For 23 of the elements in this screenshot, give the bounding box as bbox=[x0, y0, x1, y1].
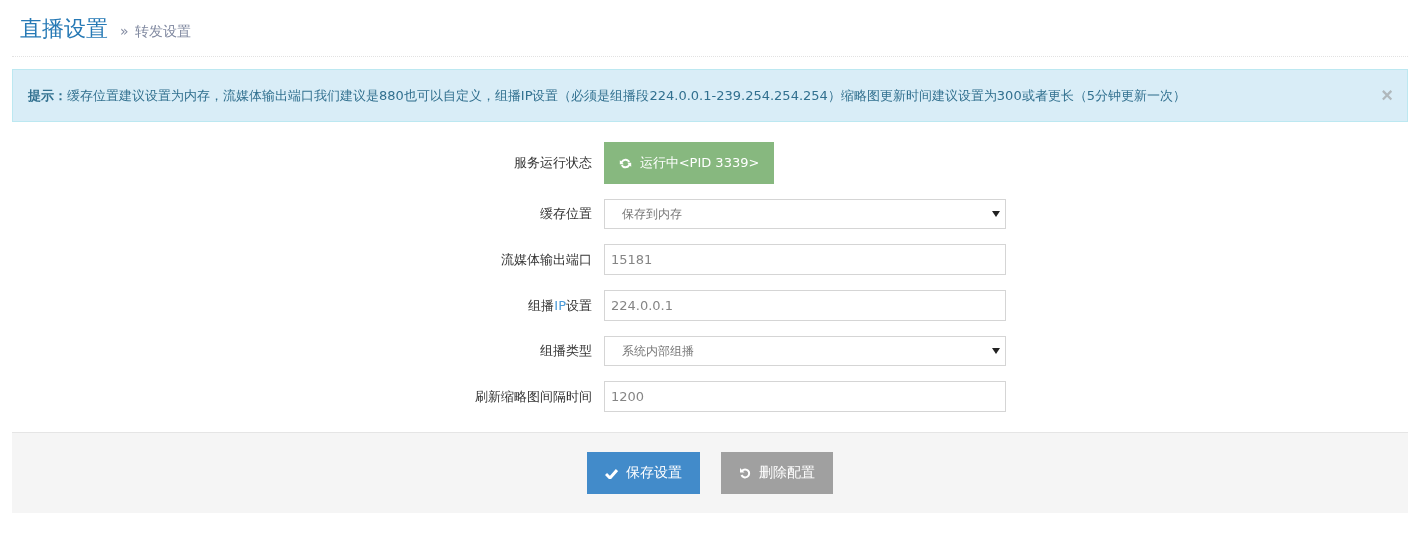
dropdown-caret-icon bbox=[992, 348, 1000, 354]
dropdown-caret-icon bbox=[992, 211, 1000, 217]
field-label: 组播类型 bbox=[540, 342, 592, 360]
field-label: 组播IP设置 bbox=[528, 296, 592, 315]
field-label: 服务运行状态 bbox=[514, 154, 592, 172]
breadcrumb-separator: » bbox=[120, 23, 129, 39]
refresh-icon bbox=[618, 156, 632, 170]
alert-message: 提示：缓存位置建议设置为内存，流媒体输出端口我们建议是880也可以自定义，组播IP设置（必须是组播段224.0.0.1-239.254.254.254）缩略图更新时间建议设置为300或者更长（5分钟更新一次） bbox=[28, 86, 1186, 105]
page-title: 直播设置 bbox=[20, 15, 108, 43]
status-button[interactable]: 运行中<PID 3339> bbox=[604, 142, 774, 184]
field-label: 流媒体输出端口 bbox=[501, 250, 592, 269]
input-field[interactable]: 1200 bbox=[604, 381, 1006, 412]
save-button[interactable]: 保存设置 bbox=[587, 452, 700, 494]
undo-icon bbox=[739, 467, 751, 479]
field-label: 缓存位置 bbox=[540, 205, 592, 223]
input-field[interactable]: 15181 bbox=[604, 244, 1006, 275]
input-field[interactable]: 224.0.0.1 bbox=[604, 290, 1006, 321]
dropdown-field[interactable]: 系统内部组播 bbox=[604, 336, 1006, 366]
delete-button[interactable]: 删除配置 bbox=[721, 452, 833, 494]
page-subtitle: 转发设置 bbox=[134, 23, 191, 41]
dropdown-field[interactable]: 保存到内存 bbox=[604, 199, 1006, 229]
checkmark-icon bbox=[605, 467, 618, 479]
field-label: 刷新缩略图间隔时间 bbox=[475, 387, 592, 406]
